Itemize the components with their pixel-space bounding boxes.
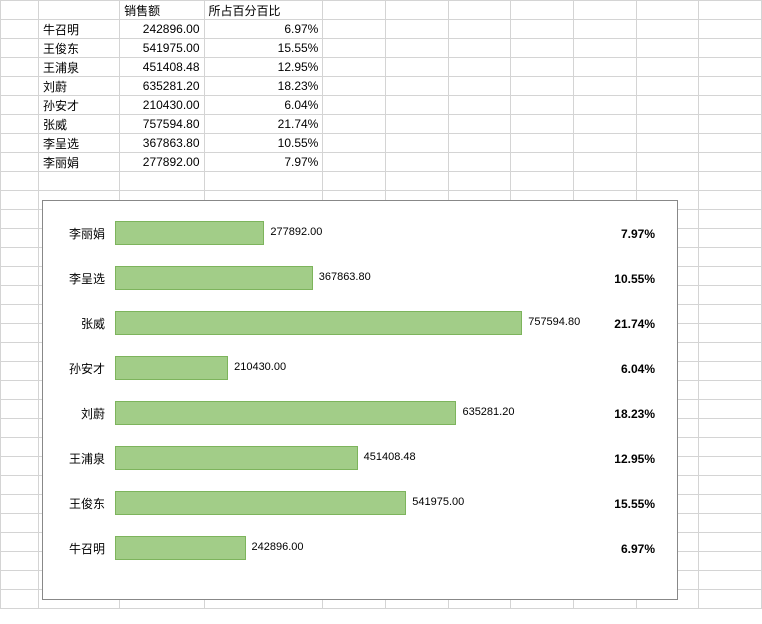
sales-cell: 367863.80 (120, 134, 204, 153)
chart-ylabel: 孙安才 (43, 360, 115, 377)
table-row[interactable]: 李丽娟277892.007.97% (1, 153, 762, 172)
chart-pct-label: 10.55% (555, 272, 665, 286)
table-row[interactable]: 张威757594.8021.74% (1, 115, 762, 134)
chart-bar (115, 491, 406, 515)
chart-ylabel: 李呈选 (43, 270, 115, 287)
chart-bar-row: 王俊东 541975.00 15.55% (43, 481, 677, 526)
table-row[interactable]: 刘蔚635281.2018.23% (1, 77, 762, 96)
chart-pct-label: 15.55% (555, 497, 665, 511)
name-cell: 李丽娟 (39, 153, 120, 172)
chart-ylabel: 王浦泉 (43, 450, 115, 467)
sales-cell: 541975.00 (120, 39, 204, 58)
table-row[interactable]: 王浦泉451408.4812.95% (1, 58, 762, 77)
chart-ylabel: 李丽娟 (43, 225, 115, 242)
pct-cell: 6.97% (204, 20, 323, 39)
chart-bar (115, 311, 522, 335)
chart-bar (115, 446, 358, 470)
pct-cell: 7.97% (204, 153, 323, 172)
chart-bar-row: 牛召明 242896.00 6.97% (43, 526, 677, 571)
chart-bar-row: 李丽娟 277892.00 7.97% (43, 211, 677, 256)
chart-bar-value: 451408.48 (364, 451, 416, 463)
chart-bar-value: 757594.80 (528, 316, 580, 328)
chart-bar (115, 536, 246, 560)
name-cell: 王浦泉 (39, 58, 120, 77)
sales-cell: 635281.20 (120, 77, 204, 96)
pct-cell: 15.55% (204, 39, 323, 58)
pct-cell: 21.74% (204, 115, 323, 134)
chart-bar (115, 221, 264, 245)
sales-cell: 277892.00 (120, 153, 204, 172)
chart-bar-value: 210430.00 (234, 361, 286, 373)
name-cell: 刘蔚 (39, 77, 120, 96)
chart-bar-value: 242896.00 (252, 541, 304, 553)
chart-bar-value: 277892.00 (270, 226, 322, 238)
name-cell: 张威 (39, 115, 120, 134)
chart-pct-label: 6.97% (555, 542, 665, 556)
chart-pct-label: 6.04% (555, 362, 665, 376)
pct-cell: 12.95% (204, 58, 323, 77)
chart-bar-row: 李呈选 367863.80 10.55% (43, 256, 677, 301)
chart-ylabel: 牛召明 (43, 540, 115, 557)
chart-bar (115, 401, 456, 425)
name-cell: 王俊东 (39, 39, 120, 58)
chart-pct-label: 18.23% (555, 407, 665, 421)
name-cell: 牛召明 (39, 20, 120, 39)
chart-ylabel: 王俊东 (43, 495, 115, 512)
name-cell: 李呈选 (39, 134, 120, 153)
chart-bar-row: 张威757594.8021.74% (43, 301, 677, 346)
sales-cell: 451408.48 (120, 58, 204, 77)
table-row[interactable]: 李呈选367863.8010.55% (1, 134, 762, 153)
table-row[interactable]: 孙安才210430.006.04% (1, 96, 762, 115)
table-row[interactable]: 王俊东541975.0015.55% (1, 39, 762, 58)
chart-bar-row: 王浦泉 451408.48 12.95% (43, 436, 677, 481)
pct-cell: 18.23% (204, 77, 323, 96)
chart-pct-label: 7.97% (555, 227, 665, 241)
chart-bar-row: 刘蔚 635281.20 18.23% (43, 391, 677, 436)
pct-cell: 6.04% (204, 96, 323, 115)
sales-cell: 242896.00 (120, 20, 204, 39)
chart-ylabel: 张威 (43, 315, 115, 332)
chart-bar-value: 541975.00 (412, 496, 464, 508)
chart-bar (115, 266, 313, 290)
header-row: 销售额 所占百分百比 (1, 1, 762, 20)
bar-chart[interactable]: 李丽娟 277892.00 7.97% 李呈选 367863.80 10.55% 张威 757… (42, 200, 678, 600)
chart-bar-row: 孙安才 210430.00 6.04% (43, 346, 677, 391)
chart-ylabel: 刘蔚 (43, 405, 115, 422)
chart-pct-label: 12.95% (555, 452, 665, 466)
sales-cell: 757594.80 (120, 115, 204, 134)
pct-cell: 10.55% (204, 134, 323, 153)
chart-bar (115, 356, 228, 380)
sales-cell: 210430.00 (120, 96, 204, 115)
chart-bar-value: 635281.20 (462, 406, 514, 418)
chart-bar-value: 367863.80 (319, 271, 371, 283)
col-header-sales: 销售额 (120, 1, 204, 20)
col-header-pct: 所占百分百比 (204, 1, 323, 20)
table-row[interactable]: 牛召明242896.006.97% (1, 20, 762, 39)
name-cell: 孙安才 (39, 96, 120, 115)
